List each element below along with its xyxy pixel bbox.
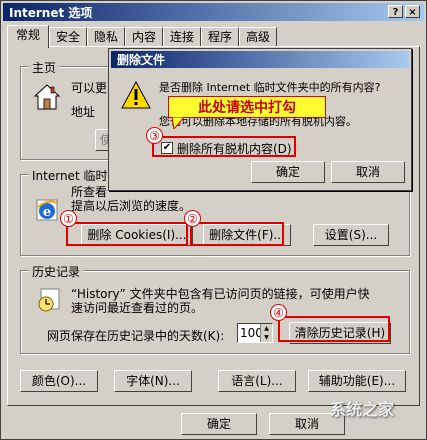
house-icon — [33, 83, 61, 114]
watermark-text: 系统之家 — [330, 400, 395, 419]
home-description: 可以更 — [71, 81, 108, 95]
dialog-title: 删除文件 — [117, 53, 166, 67]
watermark: 系统之家 — [330, 396, 394, 420]
delete-files-dialog: 删除文件 是否删除 Internet 临时文件夹中的所有内容? 您也可以删除本地… — [108, 48, 412, 191]
history-days-stepper[interactable]: 100 ▲ ▼ — [237, 323, 273, 343]
dialog-title-bar: 删除文件 — [111, 51, 409, 68]
spin-arrows-icon[interactable]: ▲ ▼ — [260, 324, 272, 342]
accessibility-button[interactable]: 辅助功能(E)... — [308, 370, 406, 392]
title-bar: Internet 选项 ? × — [3, 3, 424, 21]
highlight-delete-files — [190, 222, 284, 246]
ok-button[interactable]: 确定 — [181, 413, 257, 435]
highlight-delete-cookies — [66, 222, 188, 246]
address-label: 地址 — [71, 105, 96, 119]
dialog-ok-button[interactable]: 确定 — [251, 161, 325, 183]
step-2-marker: ② — [184, 210, 201, 227]
highlight-checkbox — [152, 136, 296, 157]
temp-description-2: 提高以后浏览的速度。 — [71, 199, 192, 213]
instruction-callout: 此处请选中打勾 — [168, 96, 326, 118]
close-button[interactable]: × — [405, 5, 420, 18]
warning-icon — [121, 80, 151, 112]
tab-privacy[interactable]: 隐私 — [87, 27, 125, 46]
step-1-marker: ① — [60, 210, 77, 227]
window-title: Internet 选项 — [9, 6, 93, 20]
history-icon — [35, 285, 63, 316]
fonts-button[interactable]: 字体(N)... — [114, 370, 192, 392]
tab-general[interactable]: 常规 — [7, 25, 49, 48]
step-3-marker: ③ — [146, 127, 163, 144]
dialog-question-1: 是否删除 Internet 临时文件夹中的所有内容? — [159, 81, 381, 94]
step-4-marker: ④ — [270, 304, 287, 321]
tab-connections[interactable]: 连接 — [163, 27, 201, 46]
help-button[interactable]: ? — [388, 5, 403, 18]
tab-security[interactable]: 安全 — [49, 27, 87, 46]
colors-button[interactable]: 颜色(O)... — [20, 370, 98, 392]
history-description-2: 速访问最近查看过的页。 — [71, 301, 204, 315]
history-group-title: 历史记录 — [29, 263, 84, 280]
temp-group-title: Internet 临时 — [29, 167, 111, 184]
internet-explorer-icon: e — [35, 197, 61, 226]
tab-content[interactable]: 内容 — [125, 27, 163, 46]
home-group-title: 主页 — [29, 59, 60, 76]
callout-pointer — [170, 116, 186, 132]
dialog-cancel-button[interactable]: 取消 — [331, 161, 405, 183]
languages-button[interactable]: 语言(L)... — [218, 370, 296, 392]
settings-button[interactable]: 设置(S)... — [313, 224, 389, 246]
tab-advanced[interactable]: 高级 — [239, 27, 277, 46]
history-days-label: 网页保存在历史记录中的天数(K): — [47, 329, 225, 343]
svg-text:e: e — [43, 205, 51, 220]
tab-programs[interactable]: 程序 — [201, 27, 239, 46]
highlight-clear-history — [278, 316, 390, 342]
